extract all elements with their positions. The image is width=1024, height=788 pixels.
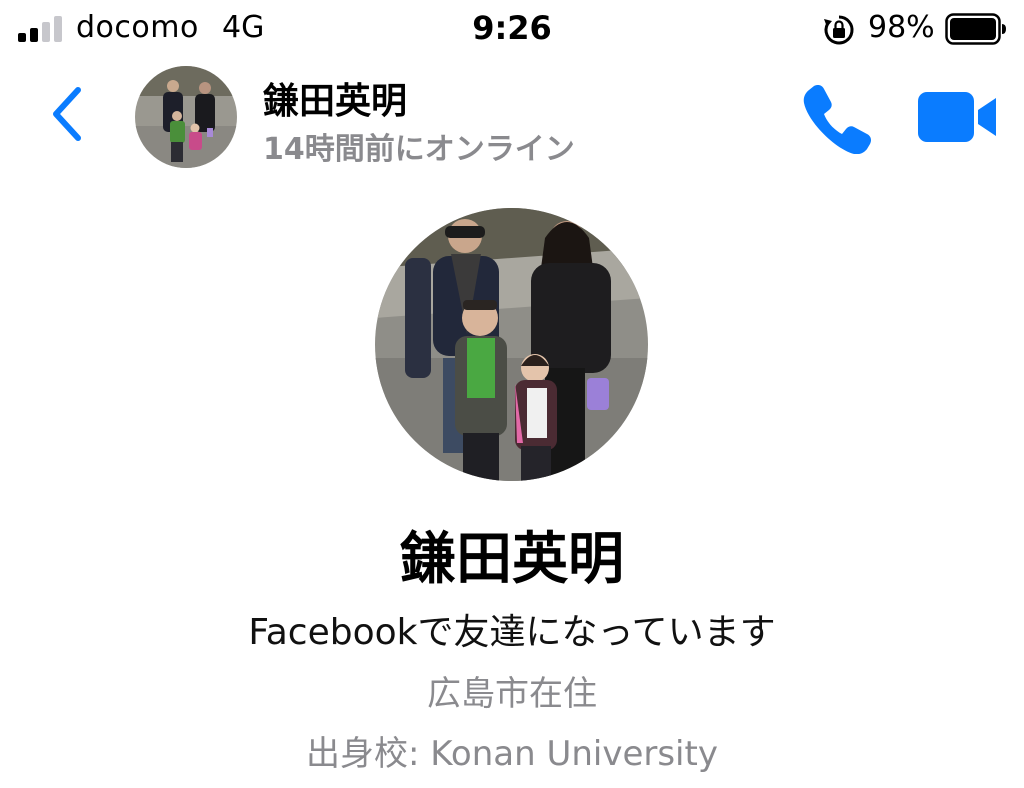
profile-name: 鎌田英明 bbox=[400, 527, 624, 592]
voice-call-button[interactable] bbox=[800, 80, 874, 154]
friend-status: Facebookで友達になっています bbox=[248, 612, 776, 653]
battery-icon bbox=[945, 13, 1006, 45]
school-info: 出身校: Konan University bbox=[0, 726, 1024, 775]
video-camera-icon bbox=[918, 92, 996, 142]
orientation-lock-icon bbox=[824, 15, 854, 45]
messenger-chat-screen: docomo 4G 9:26 98% 鎌田英明 14時間前にオンライン 鎌田英明… bbox=[0, 0, 1024, 788]
status-bar: docomo 4G 9:26 98% bbox=[0, 0, 1024, 60]
chat-header: 鎌田英明 14時間前にオンライン bbox=[0, 60, 1024, 175]
residence-info: 広島市在住 bbox=[427, 674, 597, 714]
last-online-status: 14時間前にオンライン bbox=[263, 132, 575, 167]
battery-percentage: 98% bbox=[868, 10, 935, 45]
contact-avatar[interactable] bbox=[135, 66, 237, 168]
contact-name[interactable]: 鎌田英明 bbox=[263, 72, 407, 124]
back-button[interactable] bbox=[44, 82, 92, 146]
video-call-button[interactable] bbox=[916, 88, 998, 146]
school-label: 出身校: bbox=[306, 734, 431, 774]
phone-icon bbox=[803, 85, 871, 154]
school-name: Konan University bbox=[430, 734, 718, 774]
chevron-left-icon bbox=[53, 87, 81, 141]
profile-photo[interactable] bbox=[375, 208, 648, 481]
